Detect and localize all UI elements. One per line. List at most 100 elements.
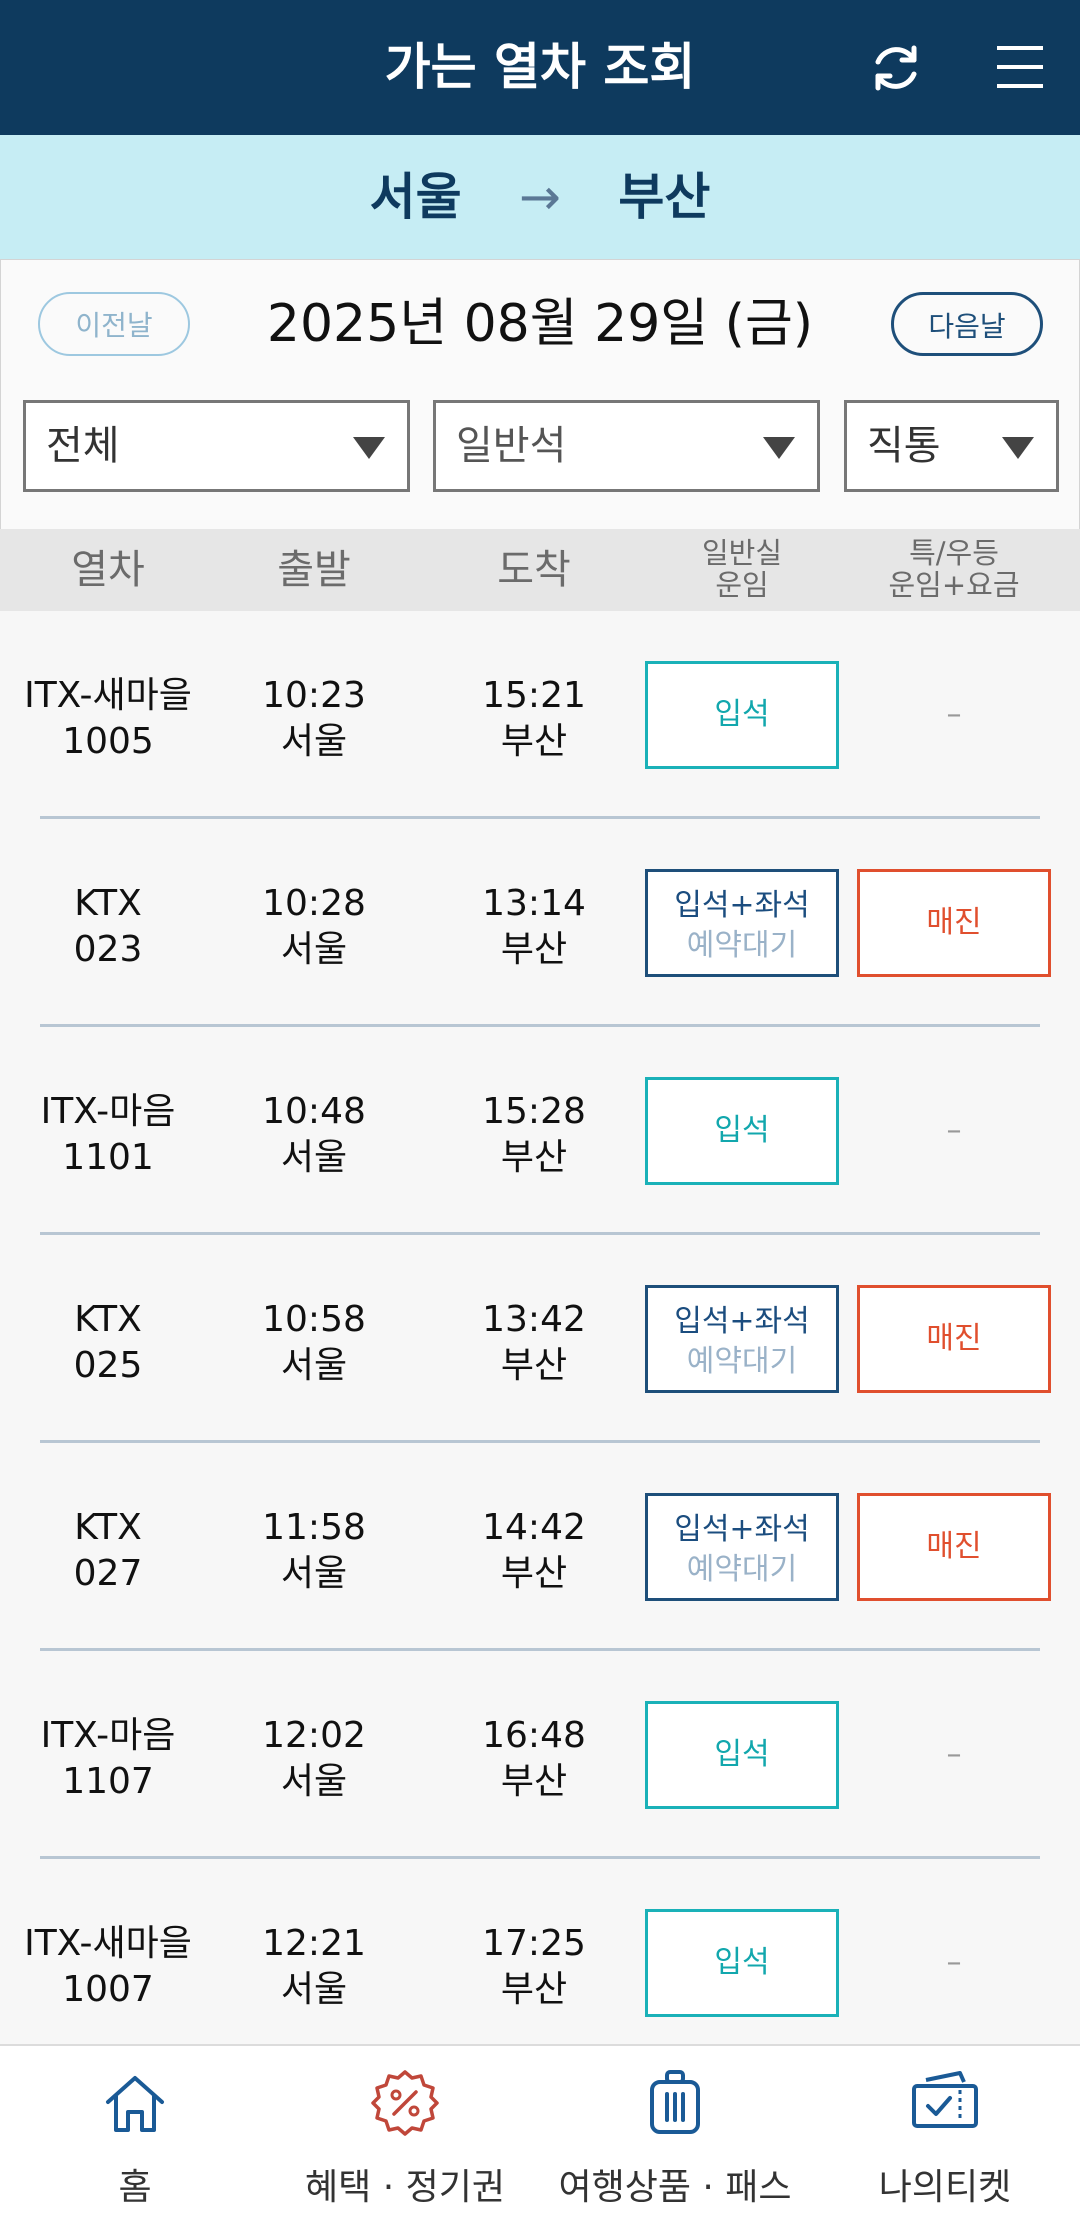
departure-cell: 10:48 서울	[216, 1089, 412, 1181]
table-header: 열차 출발 도착 일반실 운임 특/우등 운임+요금	[0, 529, 1080, 611]
tab-home[interactable]: 홈	[0, 2046, 270, 2219]
train-number: 1107	[62, 1761, 154, 1802]
train-name: KTX	[74, 1299, 142, 1340]
refresh-icon[interactable]	[866, 38, 926, 98]
destination-station: 부산	[618, 168, 711, 226]
route-type-value: 직통	[867, 423, 941, 469]
luggage-icon	[650, 2070, 700, 2134]
train-name: KTX	[74, 1507, 142, 1548]
seat-option-label: 입석+좌석	[674, 888, 810, 923]
train-number: 1005	[62, 721, 154, 762]
table-row[interactable]: ITX-새마을 1005 10:23 서울 15:21 부산 입석 –	[0, 611, 1080, 819]
seat-option-label: 입석+좌석	[674, 1512, 810, 1547]
tab-benefits[interactable]: 혜택 · 정기권	[270, 2046, 540, 2219]
departure-cell: 12:02 서울	[216, 1713, 412, 1805]
waitlist-label: 예약대기	[686, 1552, 798, 1587]
arrival-station: 부산	[500, 1761, 568, 1802]
arrival-cell: 13:42 부산	[436, 1297, 632, 1389]
seat-option-label: 입석+좌석	[674, 1304, 810, 1339]
arrival-cell: 15:21 부산	[436, 673, 632, 765]
departure-station: 서울	[280, 1345, 348, 1386]
departure-time: 11:58	[262, 1507, 366, 1548]
tab-label: 나의티켓	[878, 2167, 1012, 2208]
arrival-station: 부산	[500, 1137, 568, 1178]
dropdown-caret-icon	[353, 437, 385, 459]
date-filter-panel: 이전날 2025년 08월 29일 (금) 다음날 전체 일반석 직통	[0, 259, 1080, 531]
standing-ticket-button[interactable]: 입석	[645, 661, 839, 769]
table-row[interactable]: ITX-새마을 1007 12:21 서울 17:25 부산 입석 –	[0, 1859, 1080, 2044]
special-fare-unavailable: –	[946, 1113, 962, 1148]
train-type-value: 전체	[46, 423, 120, 469]
standing-seat-waitlist-button[interactable]: 입석+좌석예약대기	[645, 869, 839, 977]
arrival-cell: 15:28 부산	[436, 1089, 632, 1181]
arrival-time: 13:42	[482, 1299, 586, 1340]
arrival-time: 15:21	[482, 675, 586, 716]
departure-time: 12:21	[262, 1923, 366, 1964]
arrival-station: 부산	[500, 1553, 568, 1594]
sold-out-button[interactable]: 매진	[857, 1285, 1051, 1393]
route-arrow-icon: →	[519, 168, 561, 226]
departure-station: 서울	[280, 721, 348, 762]
waitlist-label: 예약대기	[686, 928, 798, 963]
departure-cell: 10:58 서울	[216, 1297, 412, 1389]
arrival-time: 16:48	[482, 1715, 586, 1756]
seat-class-select[interactable]: 일반석	[433, 400, 820, 492]
departure-time: 10:48	[262, 1091, 366, 1132]
tab-my-tickets[interactable]: 나의티켓	[810, 2046, 1080, 2219]
special-fare-unavailable: –	[946, 697, 962, 732]
standing-ticket-button[interactable]: 입석	[645, 1077, 839, 1185]
hamburger-menu-icon[interactable]	[995, 42, 1045, 92]
col-standard-fare-line2: 운임	[715, 568, 769, 602]
app-header: 가는 열차 조회	[0, 0, 1080, 135]
standing-ticket-button[interactable]: 입석	[645, 1701, 839, 1809]
discount-badge-icon	[371, 2070, 439, 2136]
next-day-button[interactable]: 다음날	[891, 292, 1043, 356]
standing-ticket-button[interactable]: 입석	[645, 1909, 839, 2017]
ticket-check-icon	[912, 2071, 978, 2128]
sold-out-button[interactable]: 매진	[857, 869, 1051, 977]
table-row[interactable]: KTX 025 10:58 서울 13:42 부산 입석+좌석예약대기 매진	[0, 1235, 1080, 1443]
table-row[interactable]: KTX 027 11:58 서울 14:42 부산 입석+좌석 예약대기 매진	[0, 1443, 1080, 1651]
col-special-fare-line1: 특/우등	[909, 536, 999, 570]
departure-cell: 11:58 서울	[216, 1505, 412, 1597]
standing-seat-waitlist-button[interactable]: 입석+좌석예약대기	[645, 1285, 839, 1393]
route-type-select[interactable]: 직통	[844, 400, 1059, 492]
arrival-cell: 14:42 부산	[436, 1505, 632, 1597]
col-special-fare-line2: 운임+요금	[888, 568, 1020, 602]
waitlist-label: 예약대기	[686, 1344, 798, 1379]
special-fare-unavailable: –	[946, 1737, 962, 1772]
col-standard-fare-line1: 일반실	[701, 536, 783, 570]
train-number: 023	[73, 929, 143, 970]
sold-out-button[interactable]: 매진	[857, 1493, 1051, 1601]
departure-cell: 10:23 서울	[216, 673, 412, 765]
train-cell: ITX-새마을 1007	[0, 1921, 216, 2013]
train-name: ITX-마음	[40, 1091, 176, 1132]
dropdown-caret-icon	[763, 437, 795, 459]
dropdown-caret-icon	[1002, 437, 1034, 459]
table-row[interactable]: ITX-마음 1107 12:02 서울 16:48 부산 입석 –	[0, 1651, 1080, 1859]
standing-seat-waitlist-button[interactable]: 입석+좌석예약대기	[645, 1493, 839, 1601]
departure-station: 서울	[280, 1553, 348, 1594]
col-departure: 출발	[277, 547, 351, 593]
arrival-time: 13:14	[482, 883, 586, 924]
tab-label: 홈	[118, 2167, 152, 2208]
tab-travel-products[interactable]: 여행상품 · 패스	[540, 2046, 810, 2219]
table-row[interactable]: KTX 023 10:28 서울 13:14 부산 입석+좌석 예약대기 매진	[0, 819, 1080, 1027]
train-type-select[interactable]: 전체	[23, 400, 410, 492]
seat-class-value: 일반석	[456, 423, 567, 469]
departure-station: 서울	[280, 929, 348, 970]
departure-time: 12:02	[262, 1715, 366, 1756]
train-name: ITX-새마을	[24, 1923, 192, 1964]
train-name: ITX-새마을	[24, 675, 192, 716]
departure-cell: 12:21 서울	[216, 1921, 412, 2013]
table-row[interactable]: ITX-마음 1101 10:48 서울 15:28 부산 입석 –	[0, 1027, 1080, 1235]
arrival-station: 부산	[500, 1345, 568, 1386]
special-fare-unavailable: –	[946, 1945, 962, 1980]
origin-station: 서울	[369, 168, 462, 226]
arrival-time: 17:25	[482, 1923, 586, 1964]
train-number: 025	[73, 1345, 143, 1386]
bottom-tab-bar: 홈 혜택 · 정기권 여행상품 · 패스 나의티켓	[0, 2044, 1080, 2219]
col-special-fare: 특/우등 운임+요금	[857, 537, 1051, 601]
train-name: KTX	[74, 883, 142, 924]
departure-station: 서울	[280, 1969, 348, 2010]
